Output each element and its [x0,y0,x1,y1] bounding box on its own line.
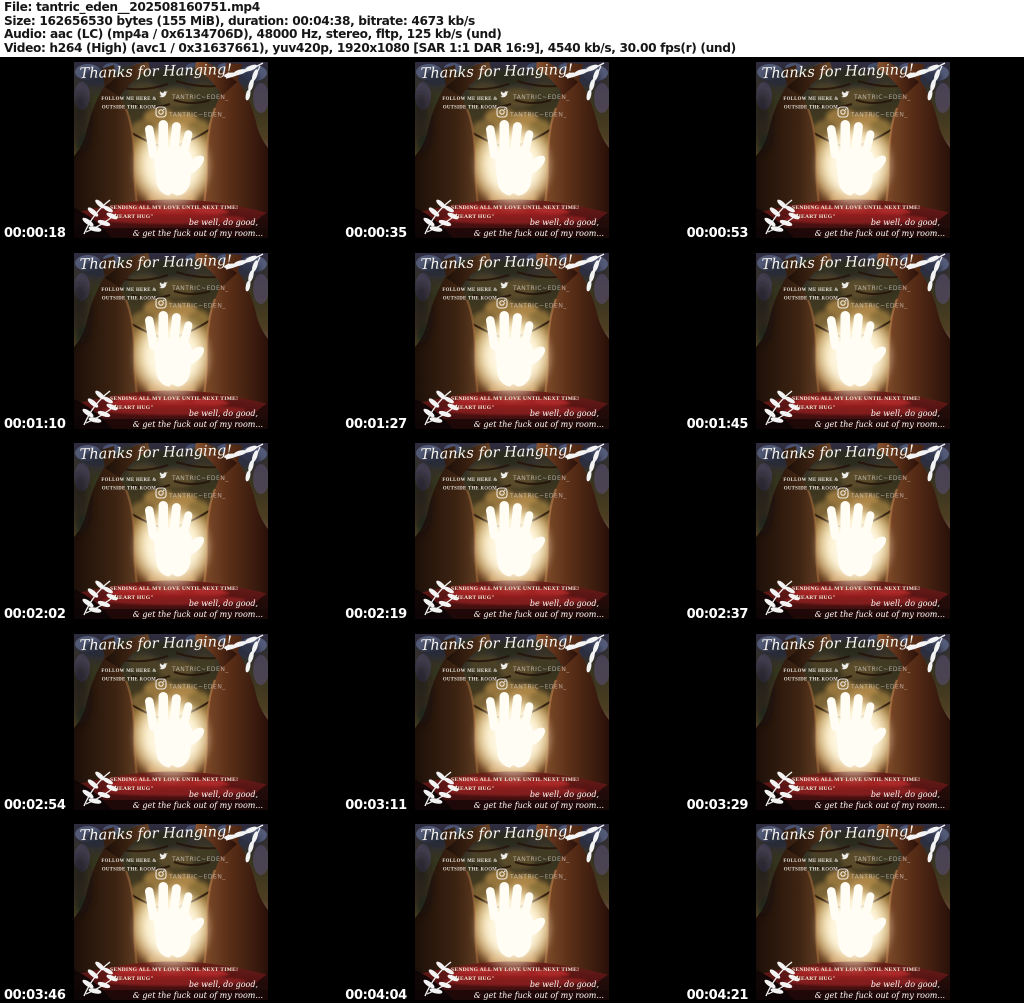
thumbnail-cell: 00:03:11 [341,634,682,825]
thumbnail-cell: 00:01:10 [0,253,341,444]
timestamp-label: 00:00:53 [687,226,748,241]
thumbnail-grid: 00:00:18 00:00:35 00:00:53 00:01:10 [0,62,1024,1003]
timestamp-label: 00:04:21 [687,988,748,1003]
video-thumbnail [756,253,950,429]
video-thumbnail [74,824,268,1000]
thumbnail-cell: 00:01:45 [683,253,1024,444]
meta-line-size: Size: 162656530 bytes (155 MiB), duratio… [4,15,1024,29]
timestamp-label: 00:03:29 [687,798,748,813]
thumbnail-cell: 00:02:37 [683,443,1024,634]
video-thumbnail [415,253,609,429]
video-thumbnail [74,634,268,810]
video-thumbnail [415,634,609,810]
video-thumbnail [756,62,950,238]
video-thumbnail [74,253,268,429]
thumbnail-cell: 00:00:18 [0,62,341,253]
thumbnail-cell: 00:04:21 [683,824,1024,1003]
timestamp-label: 00:01:10 [4,417,65,432]
timestamp-label: 00:02:37 [687,607,748,622]
video-thumbnail [756,634,950,810]
timestamp-label: 00:02:02 [4,607,65,622]
video-thumbnail [756,443,950,619]
thumbnail-cell: 00:03:46 [0,824,341,1003]
thumbnail-cell: 00:00:35 [341,62,682,253]
thumbnail-cell: 00:01:27 [341,253,682,444]
thumbnail-cell: 00:04:04 [341,824,682,1003]
video-thumbnail [415,62,609,238]
timestamp-label: 00:00:18 [4,226,65,241]
video-thumbnail [415,824,609,1000]
timestamp-label: 00:03:11 [345,798,406,813]
thumbnail-cell: 00:02:02 [0,443,341,634]
contact-sheet: Thanks for Hanging! FOLLOW ME HERE & OUT… [0,0,1024,1003]
meta-line-file: File: tantric_eden__202508160751.mp4 [4,1,1024,15]
timestamp-label: 00:03:46 [4,988,65,1003]
meta-line-audio: Audio: aac (LC) (mp4a / 0x6134706D), 480… [4,28,1024,42]
video-thumbnail [756,824,950,1000]
timestamp-label: 00:01:45 [687,417,748,432]
thumbnail-cell: 00:00:53 [683,62,1024,253]
timestamp-label: 00:04:04 [345,988,406,1003]
thumbnail-cell: 00:02:54 [0,634,341,825]
thumbnail-cell: 00:03:29 [683,634,1024,825]
timestamp-label: 00:01:27 [345,417,406,432]
timestamp-label: 00:02:19 [345,607,406,622]
video-thumbnail [74,62,268,238]
metadata-header: File: tantric_eden__202508160751.mp4 Siz… [0,0,1024,57]
meta-line-video: Video: h264 (High) (avc1 / 0x31637661), … [4,42,1024,56]
timestamp-label: 00:00:35 [345,226,406,241]
thumbnail-cell: 00:02:19 [341,443,682,634]
video-thumbnail [415,443,609,619]
timestamp-label: 00:02:54 [4,798,65,813]
video-thumbnail [74,443,268,619]
